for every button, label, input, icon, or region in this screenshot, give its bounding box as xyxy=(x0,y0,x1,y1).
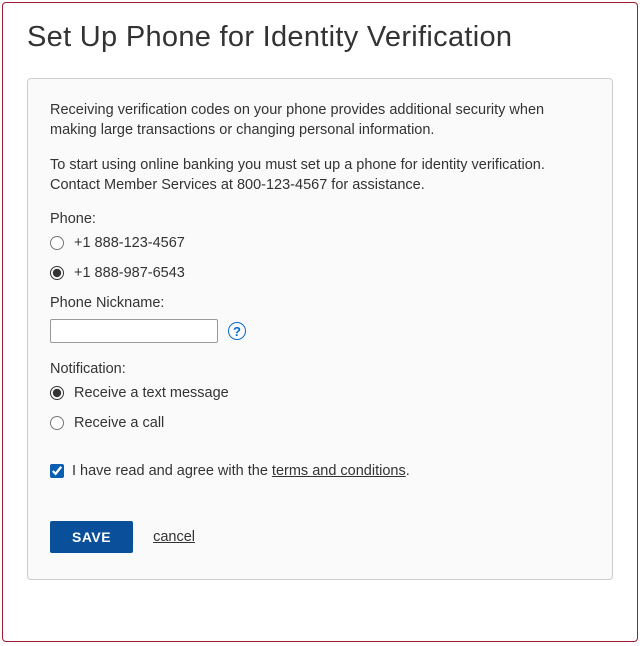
phone-label: Phone: xyxy=(50,211,590,227)
notification-label: Notification: xyxy=(50,361,590,377)
notification-option-1[interactable]: Receive a text message xyxy=(50,385,590,401)
phone-option-2-text: +1 888-987-6543 xyxy=(74,265,185,281)
terms-checkbox[interactable] xyxy=(50,464,64,478)
nickname-input[interactable] xyxy=(50,319,218,343)
nickname-row: ? xyxy=(50,319,590,343)
terms-link[interactable]: terms and conditions xyxy=(272,463,406,479)
phone-option-1[interactable]: +1 888-123-4567 xyxy=(50,235,590,251)
intro-paragraph-1: Receiving verification codes on your pho… xyxy=(50,101,590,140)
nickname-label: Phone Nickname: xyxy=(50,295,590,311)
form-panel: Receiving verification codes on your pho… xyxy=(27,78,613,580)
cancel-link[interactable]: cancel xyxy=(153,529,195,545)
page-title: Set Up Phone for Identity Verification xyxy=(27,21,613,54)
help-icon[interactable]: ? xyxy=(228,322,246,340)
phone-radio-1[interactable] xyxy=(50,236,64,250)
dialog-container: Set Up Phone for Identity Verification R… xyxy=(2,2,638,642)
notification-option-2[interactable]: Receive a call xyxy=(50,415,590,431)
notification-radio-1[interactable] xyxy=(50,386,64,400)
notification-option-2-text: Receive a call xyxy=(74,415,164,431)
terms-prefix: I have read and agree with the xyxy=(72,463,272,479)
phone-option-1-text: +1 888-123-4567 xyxy=(74,235,185,251)
phone-option-2[interactable]: +1 888-987-6543 xyxy=(50,265,590,281)
intro-paragraph-2: To start using online banking you must s… xyxy=(50,156,590,195)
notification-radio-2[interactable] xyxy=(50,416,64,430)
terms-suffix: . xyxy=(406,463,410,479)
save-button[interactable]: SAVE xyxy=(50,521,133,553)
notification-option-1-text: Receive a text message xyxy=(74,385,229,401)
terms-row: I have read and agree with the terms and… xyxy=(50,463,590,479)
phone-radio-2[interactable] xyxy=(50,266,64,280)
actions-row: SAVE cancel xyxy=(50,521,590,553)
terms-text: I have read and agree with the terms and… xyxy=(72,463,410,479)
